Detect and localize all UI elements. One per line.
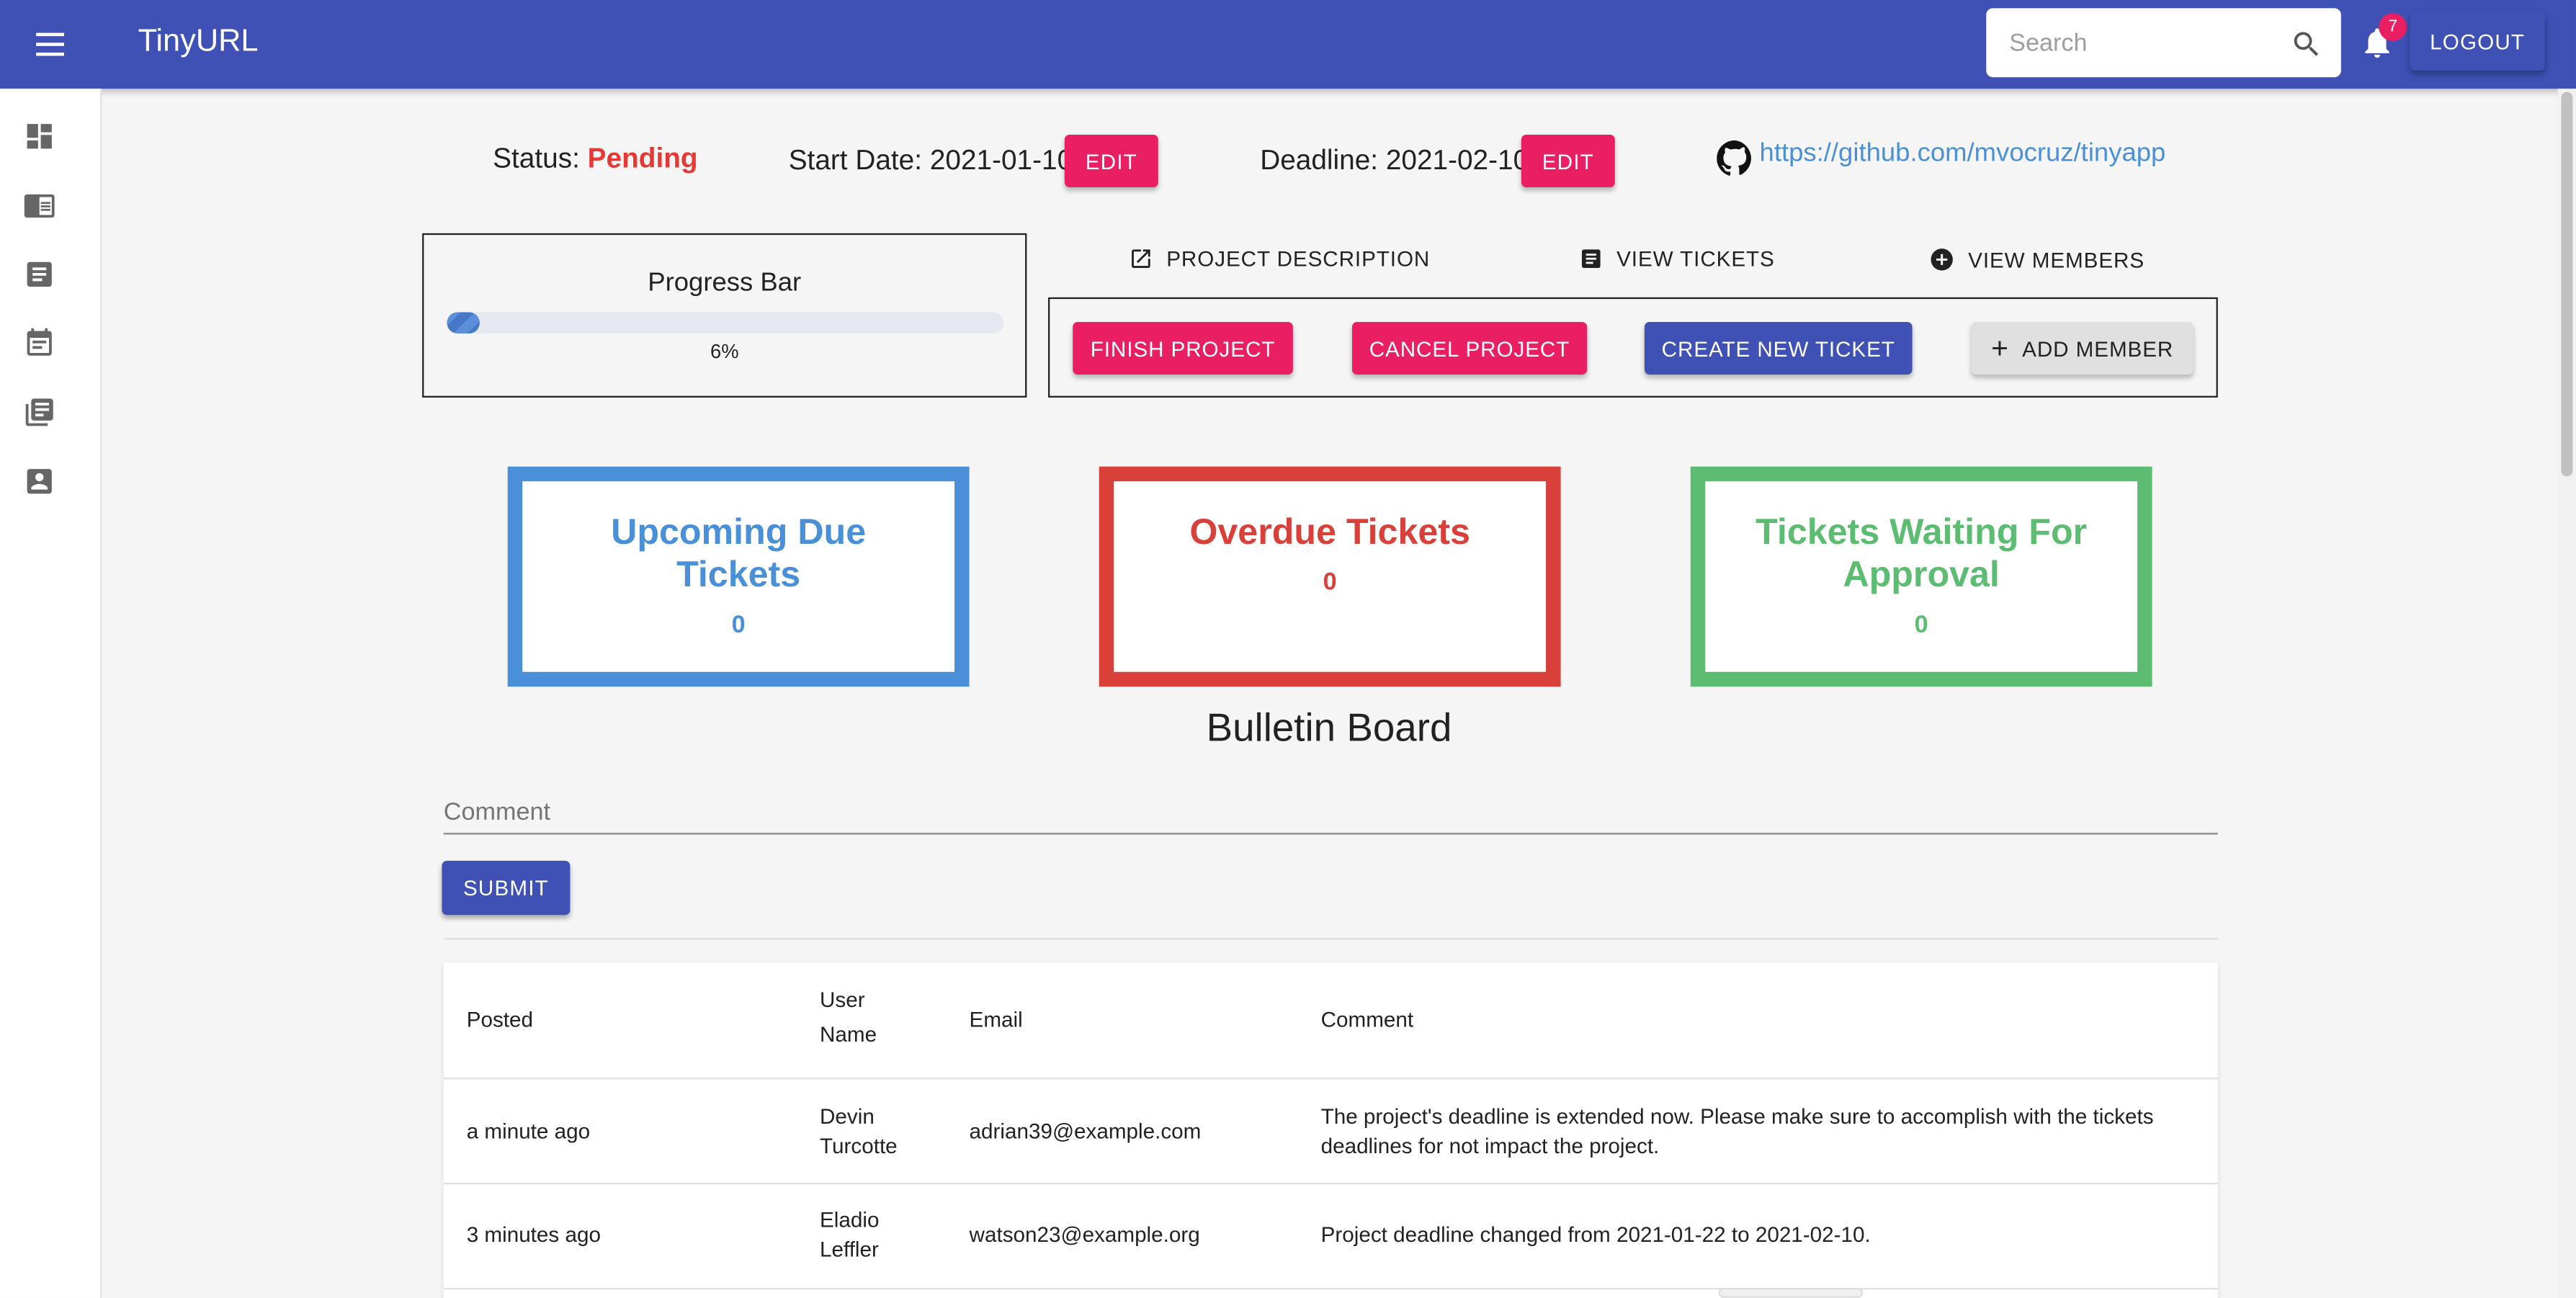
github-icon: [1717, 140, 1751, 176]
repo-link[interactable]: https://github.com/mvocruz/tinyapp: [1760, 140, 2166, 169]
notification-badge: 7: [2379, 13, 2407, 42]
column-header-email[interactable]: Email: [970, 1006, 1023, 1035]
scrollbar-thumb[interactable]: [2561, 91, 2573, 477]
library-books-icon[interactable]: [23, 396, 56, 429]
logout-button[interactable]: LOGOUT: [2410, 11, 2545, 71]
cell-posted: a minute ago: [466, 1119, 591, 1144]
progress-title: Progress Bar: [648, 269, 802, 297]
start-date-label: Start Date:: [788, 144, 923, 176]
list-alt-icon[interactable]: [23, 258, 56, 291]
cancel-project-button[interactable]: CANCEL PROJECT: [1351, 321, 1588, 375]
progress-percent: 6%: [710, 340, 739, 364]
card-title: Upcoming Due Tickets: [611, 511, 867, 595]
cell-comment: The project's deadline is extended now. …: [1320, 1104, 2154, 1158]
open-in-new-icon: [1132, 249, 1150, 269]
add-member-label: ADD MEMBER: [2022, 336, 2174, 361]
edit-deadline-button[interactable]: EDIT: [1521, 135, 1615, 187]
table-header: Posted User Name Email Comment: [443, 962, 2218, 1080]
cell-posted: 3 minutes ago: [466, 1222, 601, 1247]
create-new-ticket-button[interactable]: CREATE NEW TICKET: [1644, 321, 1913, 375]
submit-comment-button[interactable]: SUBMIT: [442, 861, 571, 916]
dashboard-icon[interactable]: [23, 120, 56, 153]
status-label: Status:: [493, 143, 580, 174]
column-header-comment[interactable]: Comment: [1321, 1006, 1414, 1035]
progress-bar: [447, 312, 1004, 334]
tab-label: PROJECT DESCRIPTION: [1166, 246, 1431, 272]
tab-label: VIEW TICKETS: [1616, 246, 1775, 272]
comment-field[interactable]: [443, 795, 2218, 835]
status-value: Pending: [587, 143, 698, 174]
card-title: Tickets Waiting For Approval: [1756, 511, 2088, 595]
cell-user-name: Eladio Leffler: [820, 1207, 880, 1262]
event-note-icon[interactable]: [23, 327, 56, 360]
project-actions: FINISH PROJECT CANCEL PROJECT CREATE NEW…: [1048, 297, 2218, 398]
cell-user-name: Devin Turcotte: [820, 1104, 898, 1158]
finish-project-button[interactable]: FINISH PROJECT: [1073, 321, 1293, 375]
deadline: Deadline: 2021-02-10: [1260, 145, 1529, 178]
search-icon[interactable]: [2290, 28, 2323, 61]
chrome-reader-mode-icon[interactable]: [23, 189, 56, 222]
deadline-label: Deadline:: [1260, 144, 1379, 176]
plus-icon: +: [1991, 331, 2009, 365]
card-title: Overdue Tickets: [1189, 511, 1470, 552]
app-title: TinyURL: [138, 24, 259, 60]
account-box-icon[interactable]: [23, 465, 56, 498]
deadline-value: 2021-02-10: [1385, 144, 1529, 176]
bulletin-board-title: Bulletin Board: [1206, 706, 1452, 751]
pagination-control[interactable]: [1718, 1287, 1864, 1298]
comment-input[interactable]: [443, 795, 2218, 828]
bulletin-table: Posted User Name Email Comment a minute …: [443, 962, 2218, 1298]
cell-email: watson23@example.org: [969, 1222, 1200, 1247]
project-status: Status: Pending: [493, 143, 697, 176]
cell-comment: Project deadline changed from 2021-01-22…: [1320, 1222, 1871, 1247]
divider: [443, 938, 2218, 940]
card-count: 0: [1914, 611, 1928, 640]
card-count: 0: [731, 611, 746, 640]
card-count: 0: [1323, 568, 1337, 596]
app-root: TinyURL 7 LOGOUT Status: Pending Start D…: [0, 0, 2576, 1298]
tab-view-tickets[interactable]: VIEW TICKETS: [1579, 246, 1775, 271]
upcoming-due-card[interactable]: Upcoming Due Tickets 0: [507, 466, 970, 687]
column-header-posted[interactable]: Posted: [467, 1006, 533, 1035]
search-input[interactable]: [2009, 26, 2273, 60]
list-icon: [1581, 249, 1601, 269]
column-header-user-name[interactable]: User Name: [820, 983, 885, 1052]
add-member-button[interactable]: + ADD MEMBER: [1971, 321, 2193, 375]
menu-icon[interactable]: [30, 23, 72, 66]
table-row: 3 minutes ago Eladio Leffler watson23@ex…: [443, 1184, 2218, 1290]
top-app-bar: TinyURL 7 LOGOUT: [0, 0, 2576, 89]
start-date: Start Date: 2021-01-10: [789, 145, 1073, 178]
tab-project-description[interactable]: PROJECT DESCRIPTION: [1129, 246, 1430, 271]
table-row: a minute ago Devin Turcotte adrian39@exa…: [443, 1079, 2218, 1185]
add-circle-icon: [1931, 249, 1953, 271]
page-scrollbar[interactable]: [2557, 89, 2576, 1298]
cell-email: adrian39@example.com: [969, 1119, 1202, 1144]
waiting-approval-card[interactable]: Tickets Waiting For Approval 0: [1690, 466, 2152, 687]
overdue-card[interactable]: Overdue Tickets 0: [1099, 466, 1561, 687]
edit-start-date-button[interactable]: EDIT: [1064, 135, 1158, 187]
progress-fill: [447, 312, 480, 334]
tab-label: VIEW MEMBERS: [1968, 247, 2145, 272]
tab-view-members[interactable]: VIEW MEMBERS: [1928, 246, 2145, 272]
progress-panel: Progress Bar 6%: [422, 233, 1027, 398]
search-box[interactable]: [1986, 8, 2341, 78]
sidebar: [0, 89, 102, 1298]
start-date-value: 2021-01-10: [929, 144, 1073, 176]
